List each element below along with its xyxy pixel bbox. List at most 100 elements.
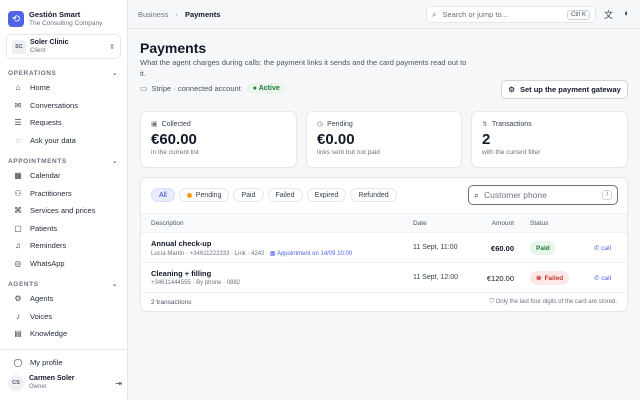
chevron-right-icon: › bbox=[175, 9, 178, 19]
filter-pending[interactable]: Pending bbox=[178, 188, 230, 202]
status-label: Failed bbox=[544, 274, 564, 282]
sidebar-divider bbox=[0, 349, 127, 350]
sidebar-item-my-profile[interactable]: ◯ My profile bbox=[0, 354, 128, 372]
row-meta-text: Lucía Martín · +34611222333 · Link · 424… bbox=[151, 251, 270, 257]
user-card: CS Carmen Soler Owner ⇥ bbox=[8, 375, 122, 391]
stat-value: 2 bbox=[482, 131, 491, 148]
page-title: Payments bbox=[140, 40, 207, 56]
row-title: Cleaning + filling bbox=[151, 269, 212, 278]
chevron-down-icon: ⌄ bbox=[111, 281, 118, 288]
org-badge: SC bbox=[12, 39, 26, 54]
filter-all[interactable]: All bbox=[151, 188, 175, 202]
user-icon: ◯ bbox=[13, 358, 23, 368]
stat-value: €60.00 bbox=[151, 131, 197, 148]
avatar: CS bbox=[8, 375, 24, 391]
sidebar-item-label: My profile bbox=[30, 358, 63, 368]
gear-icon: ⚙ bbox=[508, 85, 515, 94]
sidebar-item-practitioners[interactable]: ⚇ Practitioners bbox=[0, 185, 127, 203]
phone-icon: ✆ bbox=[594, 245, 600, 252]
status-badge-label: Active bbox=[258, 85, 280, 92]
section-title: AGENTS bbox=[8, 280, 39, 288]
table-row[interactable]: Annual check-up Lucía Martín · +34611222… bbox=[141, 233, 627, 263]
filter-expired[interactable]: Expired bbox=[306, 188, 347, 202]
stat-value: €0.00 bbox=[317, 131, 355, 148]
appointment-label: Appointment on 14/09 10:00 bbox=[276, 251, 353, 257]
voice-icon: ♪ bbox=[16, 311, 20, 321]
call-link[interactable]: ✆ call bbox=[594, 274, 611, 282]
sidebar-item-home[interactable]: ⌂ Home bbox=[0, 79, 127, 97]
sidebar-item-reminders[interactable]: ♫ Reminders bbox=[0, 237, 127, 255]
whatsapp-icon: ◎ bbox=[14, 258, 22, 268]
sidebar-item-agents[interactable]: ⚙ Agents bbox=[0, 290, 127, 308]
section-appointments[interactable]: APPOINTMENTS ⌄ bbox=[0, 155, 127, 167]
column-status: Status bbox=[530, 220, 549, 227]
stat-sub: with the current filter bbox=[482, 149, 541, 156]
setup-gateway-button[interactable]: ⚙ Set up the payment gateway bbox=[501, 80, 628, 99]
error-icon: ⊗ bbox=[536, 275, 542, 282]
chevron-updown-icon: ⇕ bbox=[109, 43, 115, 51]
section-agents[interactable]: AGENTS ⌄ bbox=[0, 278, 127, 290]
page-subtitle: What the agent charges during calls: the… bbox=[140, 58, 467, 78]
message-icon: ✉ bbox=[14, 100, 22, 110]
logout-icon[interactable]: ⇥ bbox=[115, 379, 122, 388]
call-label: call bbox=[601, 245, 612, 252]
brand-subtitle: The Consulting Company bbox=[29, 20, 103, 27]
sidebar-item-label: Knowledge bbox=[30, 329, 68, 339]
sidebar-item-whatsapp[interactable]: ◎ WhatsApp bbox=[0, 255, 127, 273]
gateway-status: ▭ Stripe · connected account ● Active bbox=[140, 83, 286, 94]
main-content: Payments What the agent charges during c… bbox=[140, 40, 628, 99]
org-name: Soler Clinic bbox=[30, 38, 69, 46]
transaction-count: 2 transactions bbox=[151, 299, 192, 306]
user-name: Carmen Soler bbox=[29, 375, 75, 382]
agent-icon: ⚙ bbox=[14, 294, 22, 304]
stat-label: Transactions bbox=[491, 120, 532, 128]
column-date: Date bbox=[413, 220, 427, 227]
row-date: 11 Sept, 11:00 bbox=[413, 244, 458, 251]
calendar-icon: ▦ bbox=[269, 251, 276, 257]
pending-dot-icon bbox=[186, 192, 192, 198]
section-title: APPOINTMENTS bbox=[8, 157, 67, 165]
status-filters: All Pending Paid Failed Expired Refunded bbox=[151, 188, 401, 202]
appointment-link[interactable]: ▦ Appointment on 14/09 10:00 bbox=[270, 251, 352, 257]
breadcrumb-current: Payments bbox=[184, 9, 221, 19]
search-icon: ⌕ bbox=[474, 189, 480, 200]
stat-card-collected: ▣ Collected €60.00 in the current list bbox=[140, 111, 297, 168]
search-icon: ⌕ bbox=[432, 9, 437, 19]
table-row[interactable]: Cleaning + filling +34611444555 · By pho… bbox=[141, 263, 627, 293]
sidebar-item-voices[interactable]: ♪ Voices bbox=[0, 308, 127, 326]
filter-failed[interactable]: Failed bbox=[267, 188, 303, 202]
breadcrumb-parent[interactable]: Business bbox=[138, 10, 168, 19]
gateway-status-text: Stripe · connected account bbox=[151, 84, 241, 93]
stat-card-transactions: ↯ Transactions 2 with the current filter bbox=[471, 111, 628, 168]
customer-phone-search[interactable]: ⌕ Customer phone / bbox=[468, 185, 618, 205]
row-amount: €60.00 bbox=[491, 244, 514, 253]
global-search[interactable]: ⌕ Search or jump to... Ctrl K bbox=[426, 6, 596, 23]
stat-sub: in the current list bbox=[151, 149, 199, 156]
sidebar-item-conversations[interactable]: ✉ Conversations bbox=[0, 97, 127, 115]
users-icon: ⚇ bbox=[14, 188, 22, 198]
translate-icon[interactable]: 文 bbox=[604, 8, 613, 21]
sidebar-item-patients[interactable]: ▢ Patients bbox=[0, 220, 127, 238]
sidebar-item-label: Reminders bbox=[30, 241, 67, 251]
sidebar-item-services[interactable]: ⌘ Services and prices bbox=[0, 202, 127, 220]
filter-paid[interactable]: Paid bbox=[233, 188, 264, 202]
sidebar-item-knowledge[interactable]: ▤ Knowledge bbox=[0, 325, 127, 343]
calendar-icon: ▦ bbox=[14, 171, 22, 181]
card-storage-note: ⛉ Only the last four digits of the card … bbox=[489, 299, 617, 306]
search-shortcut: Ctrl K bbox=[567, 9, 590, 20]
sidebar-item-calendar[interactable]: ▦ Calendar bbox=[0, 167, 127, 185]
sidebar-item-requests[interactable]: ☰ Requests bbox=[0, 114, 127, 132]
brand[interactable]: ⟲ Gestión Smart The Consulting Company bbox=[0, 0, 127, 30]
theme-toggle-icon[interactable]: ◐ bbox=[624, 8, 629, 18]
stat-card-pending: ◷ Pending €0.00 links sent but not paid bbox=[306, 111, 462, 168]
sidebar-item-label: Patients bbox=[30, 223, 58, 233]
org-switcher[interactable]: SC Soler Clinic Client ⇕ bbox=[6, 34, 121, 59]
filter-refunded[interactable]: Refunded bbox=[350, 188, 397, 202]
sidebar-item-ask-data[interactable]: ◌ Ask your data bbox=[0, 132, 127, 150]
filter-label: Pending bbox=[195, 191, 222, 199]
section-operations[interactable]: OPERATIONS ⌄ bbox=[0, 67, 127, 79]
sidebar-item-label: Practitioners bbox=[30, 188, 72, 198]
call-link[interactable]: ✆ call bbox=[594, 244, 611, 252]
call-label: call bbox=[601, 275, 612, 282]
sidebar-item-label: Requests bbox=[30, 118, 62, 128]
